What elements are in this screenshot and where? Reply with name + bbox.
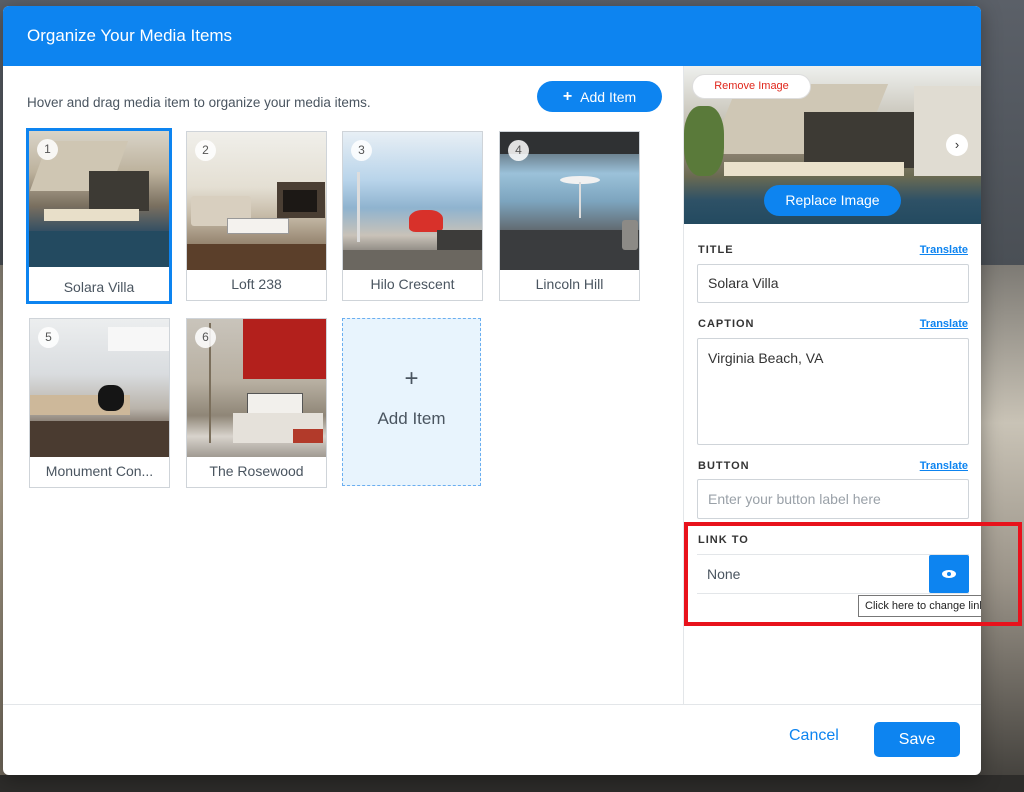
media-tile-label: Monument Con... [45, 463, 154, 479]
media-tile-3[interactable]: 3 Hilo Crescent [342, 131, 483, 301]
caption-translate-link[interactable]: Translate [920, 318, 968, 330]
organize-media-modal: Organize Your Media Items Hover and drag… [3, 6, 981, 775]
add-item-button-label: Add Item [580, 88, 637, 105]
save-button[interactable]: Save [874, 722, 960, 757]
change-link-button[interactable] [929, 555, 969, 593]
remove-image-button[interactable]: Remove Image [692, 74, 811, 99]
media-tile-label: Loft 238 [231, 276, 282, 292]
cancel-button[interactable]: Cancel [789, 727, 839, 745]
media-tile-2[interactable]: 2 Loft 238 [186, 131, 327, 301]
link-to-label: LINK TO [698, 534, 749, 546]
eye-icon [942, 570, 956, 578]
plus-icon: + [404, 365, 419, 392]
change-link-tooltip: Click here to change link to [858, 595, 981, 617]
backdrop-bottom [0, 775, 1024, 792]
add-item-tile-label: Add Item [377, 409, 446, 428]
media-tile-label: Hilo Crescent [370, 276, 455, 292]
media-number-badge: 3 [351, 140, 372, 161]
link-to-field: None [697, 554, 969, 594]
caption-textarea[interactable]: Virginia Beach, VA [697, 338, 969, 445]
media-number-badge: 1 [37, 139, 58, 160]
add-item-tile[interactable]: + Add Item [342, 318, 481, 486]
modal-footer: Cancel Save [3, 704, 981, 775]
add-item-button[interactable]: + Add Item [537, 81, 662, 112]
media-tile-label: Solara Villa [63, 279, 135, 295]
media-number-badge: 2 [195, 140, 216, 161]
media-grid-pane: Hover and drag media item to organize yo… [3, 66, 683, 704]
modal-title: Organize Your Media Items [3, 6, 981, 66]
link-to-value: None [707, 566, 741, 582]
media-number-badge: 4 [508, 140, 529, 161]
drag-hint: Hover and drag media item to organize yo… [27, 95, 371, 110]
title-translate-link[interactable]: Translate [920, 244, 968, 256]
button-translate-link[interactable]: Translate [920, 460, 968, 472]
chevron-right-icon[interactable]: › [946, 134, 968, 156]
media-number-badge: 5 [38, 327, 59, 348]
title-label: TITLE [698, 244, 734, 256]
media-tile-5[interactable]: 5 Monument Con... [29, 318, 170, 488]
media-editor-pane: Remove Image › Replace Image TITLE Trans… [683, 66, 981, 704]
media-tile-label: Lincoln Hill [535, 276, 604, 292]
media-tile-4[interactable]: 4 Lincoln Hill [499, 131, 640, 301]
button-label-input[interactable]: Enter your button label here [697, 479, 969, 519]
media-tile-1[interactable]: 1 Solara Villa [26, 128, 172, 304]
media-number-badge: 6 [195, 327, 216, 348]
media-tile-6[interactable]: 6 The Rosewood [186, 318, 327, 488]
replace-image-button[interactable]: Replace Image [764, 185, 901, 216]
media-tile-label: The Rosewood [209, 463, 304, 479]
backdrop-right [980, 265, 1024, 792]
caption-label: CAPTION [698, 318, 755, 330]
image-preview: Remove Image › Replace Image [684, 66, 981, 224]
title-input[interactable]: Solara Villa [697, 264, 969, 303]
button-label: BUTTON [698, 460, 750, 472]
plus-icon: + [562, 87, 573, 105]
